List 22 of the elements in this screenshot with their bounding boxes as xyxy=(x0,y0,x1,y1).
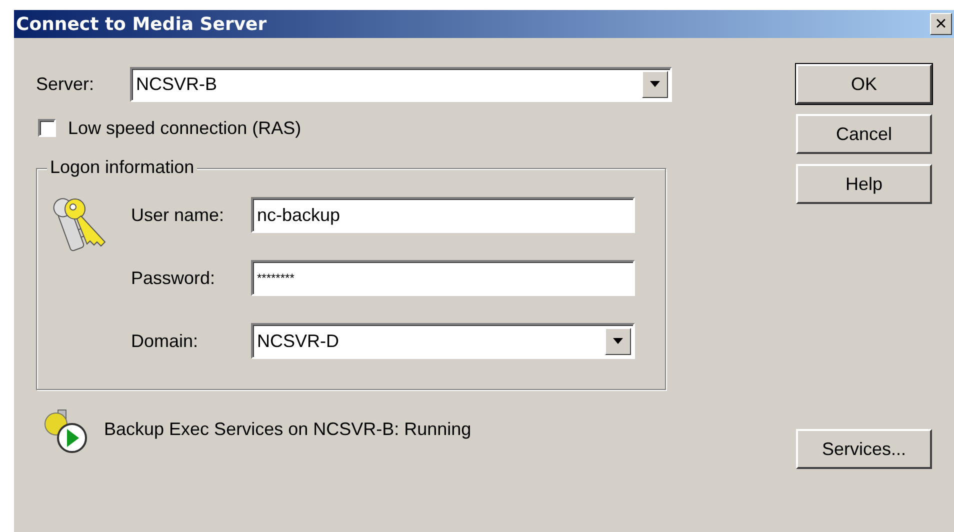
field-label: Domain: xyxy=(131,330,200,352)
checkbox[interactable] xyxy=(38,119,56,137)
field-label: Server: xyxy=(36,74,96,94)
domain-dropdown[interactable]: NCSVR-D xyxy=(251,323,635,359)
field-label: Password: xyxy=(131,268,216,288)
status-text: Backup Exec Services on NCSVR-B: Running xyxy=(104,418,472,440)
window-title: Connect to Media Server xyxy=(15,14,267,34)
services-button[interactable]: Services... xyxy=(796,429,932,469)
caret-icon xyxy=(613,338,623,344)
server-dropdown[interactable]: NCSVR-B xyxy=(130,66,672,102)
close-button[interactable]: × xyxy=(930,13,952,35)
input-field[interactable]: nc-backup xyxy=(251,197,635,233)
password-field[interactable]: ******** xyxy=(251,260,635,296)
dropdown-button[interactable] xyxy=(642,70,668,98)
dialog-button[interactable]: Help xyxy=(796,164,932,204)
dropdown-button[interactable] xyxy=(605,328,631,354)
dialog-button[interactable]: OK xyxy=(796,64,932,104)
dialog-button[interactable]: Cancel xyxy=(796,114,932,154)
group-title: Logon information xyxy=(47,157,198,178)
field-label: User name: xyxy=(131,204,226,226)
checkbox-label[interactable]: Low speed connection (RAS) xyxy=(68,118,302,138)
caret-icon xyxy=(650,81,660,87)
